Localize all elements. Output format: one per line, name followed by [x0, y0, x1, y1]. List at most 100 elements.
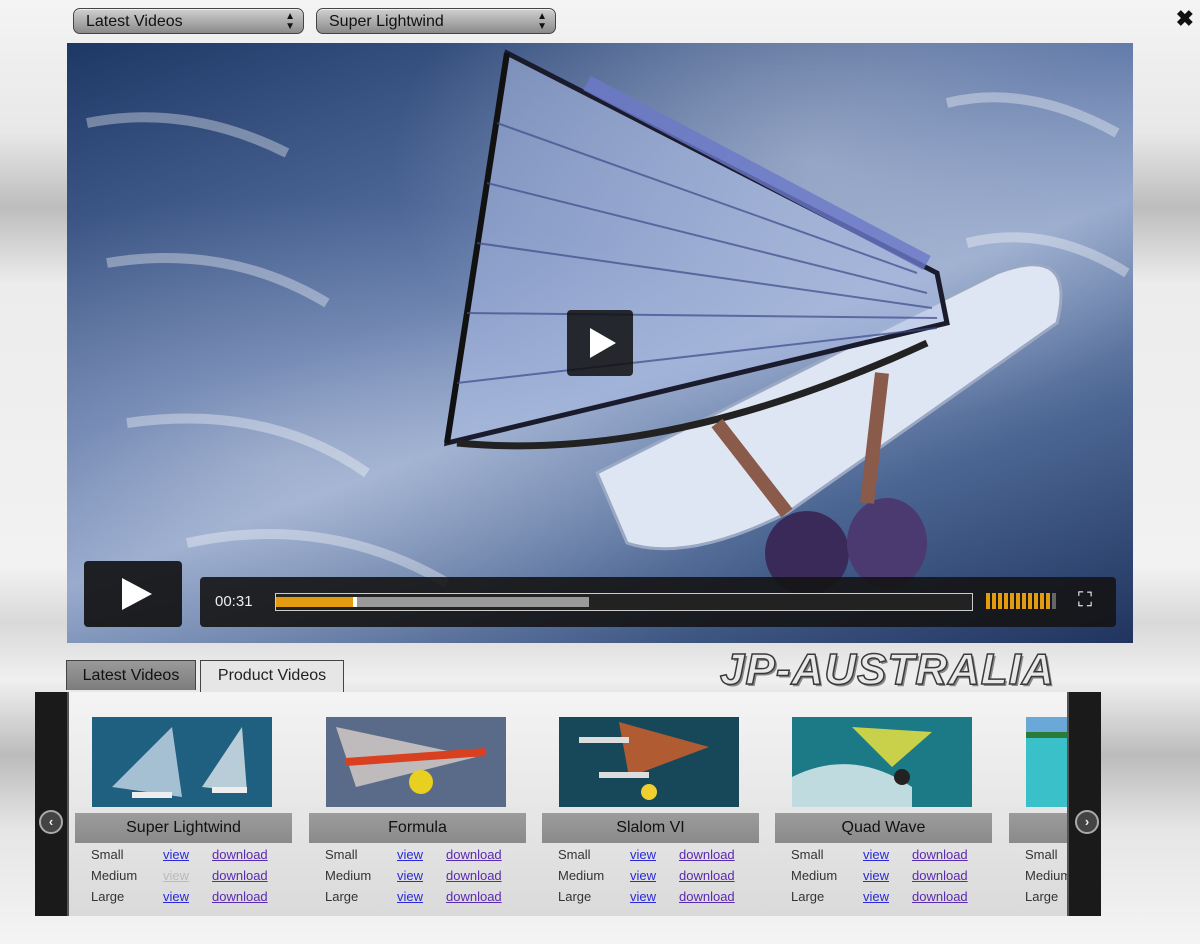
video-thumbnail[interactable] [792, 717, 972, 807]
play-icon [590, 328, 616, 358]
video-row-small: Small view download [775, 847, 992, 867]
play-icon [122, 578, 152, 610]
volume-bar [1040, 593, 1044, 609]
download-link[interactable]: download [679, 868, 735, 883]
close-icon[interactable]: ✖ [1176, 6, 1194, 32]
video-row-medium: Medium view download [309, 868, 526, 888]
category-select-value: Latest Videos [86, 13, 183, 30]
view-link[interactable]: view [163, 868, 189, 883]
view-link[interactable]: view [630, 847, 656, 862]
video-row-medium: Medium [1009, 868, 1069, 888]
video-item: Formula Small view download Medium view down… [309, 692, 526, 916]
video-item: Slalom VI Small view download Medium view do… [542, 692, 759, 916]
view-link[interactable]: view [163, 889, 189, 904]
size-label: Small [791, 847, 824, 862]
video-row-large: Large view download [542, 889, 759, 909]
video-row-large: Large view download [75, 889, 292, 909]
volume-bar [1010, 593, 1014, 609]
view-link[interactable]: view [630, 889, 656, 904]
download-link[interactable]: download [446, 889, 502, 904]
video-carousel: ‹ Super Lightwind Small view download Medi… [35, 692, 1101, 916]
view-link[interactable]: view [397, 889, 423, 904]
play-button[interactable] [84, 561, 182, 627]
product-select[interactable]: Super Lightwind ▲ ▼ [316, 8, 556, 34]
video-title [1009, 813, 1067, 843]
video-title: Slalom VI [542, 813, 759, 843]
carousel-prev-icon[interactable]: ‹ [39, 810, 63, 834]
fullscreen-icon[interactable]: ⛶ [1078, 590, 1092, 610]
select-arrows-icon: ▲ ▼ [285, 11, 295, 32]
download-link[interactable]: download [446, 847, 502, 862]
size-label: Large [1025, 889, 1059, 904]
category-select[interactable]: Latest Videos ▲ ▼ [73, 8, 304, 34]
video-player[interactable] [67, 43, 1133, 643]
volume-bar [1052, 593, 1056, 609]
volume-bar [986, 593, 990, 609]
volume-bar [1034, 593, 1038, 609]
video-thumbnail[interactable] [1026, 717, 1067, 807]
size-label: Medium [558, 868, 605, 883]
download-link[interactable]: download [912, 889, 968, 904]
download-link[interactable]: download [912, 868, 968, 883]
select-arrows-icon: ▲ ▼ [537, 11, 547, 32]
size-label: Small [558, 847, 591, 862]
size-label: Large [325, 889, 359, 904]
video-title: Super Lightwind [75, 813, 292, 843]
volume-control[interactable] [986, 593, 1064, 611]
size-label: Small [325, 847, 358, 862]
product-select-value: Super Lightwind [329, 13, 444, 30]
view-link[interactable]: view [163, 847, 189, 862]
download-link[interactable]: download [212, 889, 268, 904]
size-label: Large [558, 889, 592, 904]
download-link[interactable]: download [679, 847, 735, 862]
video-thumbnail[interactable] [559, 717, 739, 807]
played-progress [276, 597, 353, 607]
download-link[interactable]: download [912, 847, 968, 862]
video-title: Quad Wave [775, 813, 992, 843]
volume-bar [1016, 593, 1020, 609]
video-row-medium: Medium view download [775, 868, 992, 888]
volume-bar [1004, 593, 1008, 609]
seek-bar[interactable] [275, 593, 973, 611]
video-row-medium: Medium view download [542, 868, 759, 888]
size-label: Medium [1025, 868, 1069, 883]
video-item: Small Medium Large [1009, 692, 1069, 916]
video-row-large: Large view download [775, 889, 992, 909]
download-link[interactable]: download [679, 889, 735, 904]
view-link[interactable]: view [863, 889, 889, 904]
carousel-next-icon[interactable]: › [1075, 810, 1099, 834]
size-label: Large [791, 889, 825, 904]
size-label: Medium [91, 868, 138, 883]
volume-bar [1022, 593, 1026, 609]
carousel-strip: Super Lightwind Small view download Medium… [67, 692, 1069, 916]
video-thumbnail[interactable] [92, 717, 272, 807]
view-link[interactable]: view [863, 868, 889, 883]
volume-bar [992, 593, 996, 609]
video-control-bar: 00:31 ⛶ [200, 577, 1116, 627]
tab-latest-videos[interactable]: Latest Videos [66, 660, 196, 690]
video-title: Formula [309, 813, 526, 843]
video-row-small: Small view download [309, 847, 526, 867]
size-label: Small [91, 847, 124, 862]
view-link[interactable]: view [630, 868, 656, 883]
volume-bar [1046, 593, 1050, 609]
center-play-button[interactable] [567, 310, 633, 376]
download-link[interactable]: download [212, 868, 268, 883]
seek-handle[interactable] [352, 597, 357, 607]
size-label: Large [91, 889, 125, 904]
view-link[interactable]: view [863, 847, 889, 862]
video-row-small: Small [1009, 847, 1067, 867]
view-link[interactable]: view [397, 847, 423, 862]
tab-product-videos[interactable]: Product Videos [200, 660, 344, 693]
view-link[interactable]: view [397, 868, 423, 883]
download-link[interactable]: download [446, 868, 502, 883]
video-item: Quad Wave Small view download Medium view do… [775, 692, 992, 916]
time-display: 00:31 [215, 593, 253, 610]
video-thumbnail[interactable] [326, 717, 506, 807]
size-label: Medium [791, 868, 838, 883]
volume-bar [998, 593, 1002, 609]
download-link[interactable]: download [212, 847, 268, 862]
video-row-large: Large [1009, 889, 1067, 909]
video-row-small: Small view download [75, 847, 292, 867]
video-row-small: Small view download [542, 847, 759, 867]
